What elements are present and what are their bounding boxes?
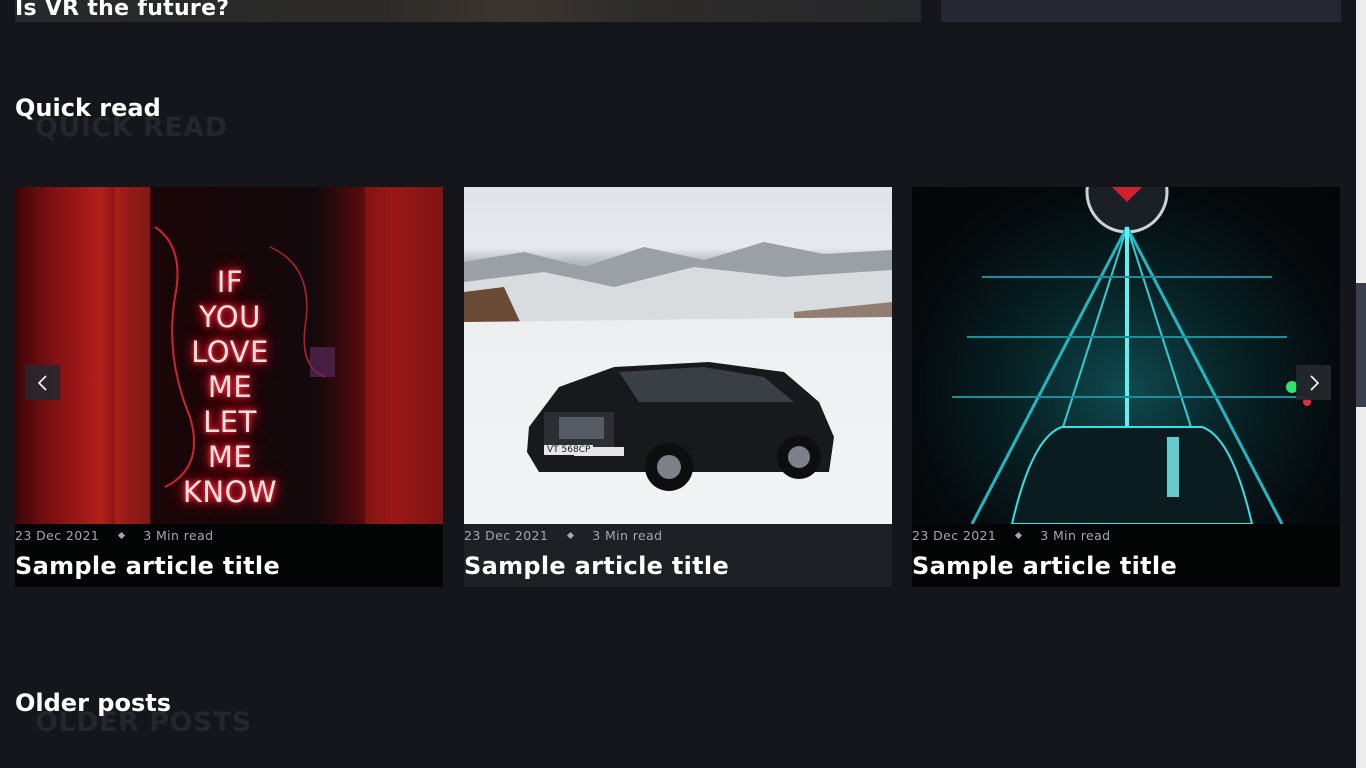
teal-structure-illustration — [952, 187, 1311, 524]
article-title[interactable]: Sample article title — [912, 552, 1177, 580]
article-read-time: 3 Min read — [143, 528, 214, 543]
meta-separator-icon — [567, 531, 575, 540]
featured-card-title[interactable]: Is VR the future? — [15, 0, 229, 20]
article-title[interactable]: Sample article title — [464, 552, 729, 580]
article-date: 23 Dec 2021 — [15, 528, 100, 543]
article-read-time: 3 Min read — [592, 528, 663, 543]
article-card[interactable]: 23 Dec 2021 3 Min read Sample article ti… — [912, 187, 1340, 587]
neon-sign-line: ME — [207, 370, 253, 404]
article-card-footer: 23 Dec 2021 3 Min read Sample article ti… — [464, 524, 892, 587]
older-posts-heading: OLDER POSTS Older posts — [15, 689, 251, 738]
article-title[interactable]: Sample article title — [15, 552, 280, 580]
article-image-teal-structure[interactable] — [912, 187, 1340, 524]
neon-sign-text: IF YOU LOVE ME LET ME KNOW — [155, 265, 305, 510]
article-meta: 23 Dec 2021 3 Min read — [15, 528, 214, 543]
article-image-car-in-snow[interactable]: VT 568CP — [464, 187, 892, 524]
meta-separator-icon — [1015, 531, 1023, 540]
featured-card-side[interactable] — [941, 0, 1341, 22]
license-plate: VT 568CP — [544, 445, 594, 455]
neon-sign-line: LOVE — [191, 335, 269, 369]
page-scrollbar-thumb[interactable] — [1356, 283, 1366, 407]
article-card-footer: 23 Dec 2021 3 Min read Sample article ti… — [912, 524, 1340, 587]
carousel-next-button[interactable] — [1296, 365, 1331, 400]
article-meta: 23 Dec 2021 3 Min read — [464, 528, 663, 543]
article-read-time: 3 Min read — [1040, 528, 1111, 543]
older-posts-heading-text: Older posts — [15, 689, 171, 717]
meta-separator-icon — [118, 531, 126, 540]
neon-sign-line: LET — [203, 405, 257, 439]
article-date: 23 Dec 2021 — [912, 528, 997, 543]
article-card-footer: 23 Dec 2021 3 Min read Sample article ti… — [15, 524, 443, 587]
article-card[interactable]: VT 568CP 23 Dec 2021 3 Min read Sample a… — [464, 187, 892, 587]
quick-read-carousel: IF YOU LOVE ME LET ME KNOW 23 Dec 2021 3 Min r… — [15, 187, 1341, 587]
car-illustration — [527, 362, 834, 491]
quick-read-heading-text: Quick read — [15, 94, 161, 122]
neon-sign-line: KNOW — [182, 475, 278, 509]
article-date: 23 Dec 2021 — [464, 528, 549, 543]
article-card[interactable]: IF YOU LOVE ME LET ME KNOW 23 Dec 2021 3 Min r… — [15, 187, 443, 587]
quick-read-heading: QUICK READ Quick read — [15, 94, 227, 143]
carousel-prev-button[interactable] — [25, 365, 60, 400]
page: Is VR the future? QUICK READ Quick read … — [0, 0, 1366, 768]
neon-sign-line: YOU — [199, 300, 261, 334]
chevron-right-icon — [1309, 374, 1319, 391]
article-meta: 23 Dec 2021 3 Min read — [912, 528, 1111, 543]
chevron-left-icon — [37, 374, 47, 391]
neon-sign-line: ME — [207, 440, 253, 474]
article-image-neon-sign[interactable]: IF YOU LOVE ME LET ME KNOW — [15, 187, 443, 524]
featured-card-vr[interactable]: Is VR the future? — [15, 0, 921, 22]
neon-sign-line: IF — [216, 265, 244, 299]
